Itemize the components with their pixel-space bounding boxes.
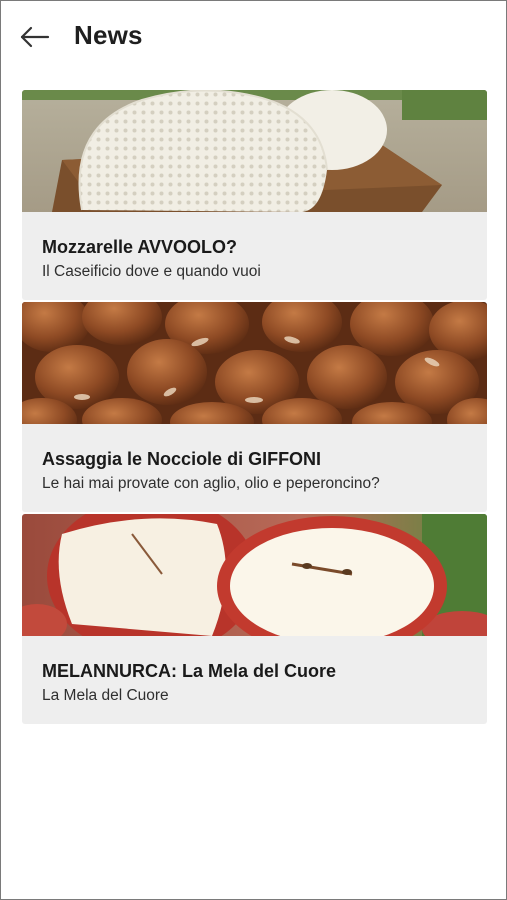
- news-card-hazelnuts[interactable]: Assaggia le Nocciole di GIFFONI Le hai m…: [22, 302, 487, 512]
- card-body: MELANNURCA: La Mela del Cuore La Mela de…: [22, 636, 487, 724]
- hazelnuts-photo: [22, 302, 487, 424]
- arrow-left-icon: [20, 26, 50, 48]
- card-title: Mozzarelle AVVOOLO?: [42, 237, 238, 257]
- back-button[interactable]: [15, 19, 55, 55]
- app-bar: News: [1, 1, 506, 75]
- screen: News Mozzarelle AVVOOLO? Il Caseificio d…: [0, 0, 507, 900]
- card-subtitle: La Mela del Cuore: [42, 687, 169, 704]
- card-title: Assaggia le Nocciole di GIFFONI: [42, 449, 322, 469]
- mozzarella-photo: [22, 90, 487, 212]
- card-title: MELANNURCA: La Mela del Cuore: [42, 661, 337, 681]
- news-card-mozzarella[interactable]: Mozzarelle AVVOOLO? Il Caseificio dove e…: [22, 90, 487, 300]
- page-title: News: [74, 20, 143, 50]
- news-list: Mozzarelle AVVOOLO? Il Caseificio dove e…: [22, 90, 487, 726]
- card-body: Assaggia le Nocciole di GIFFONI Le hai m…: [22, 424, 487, 512]
- apple-photo: [22, 514, 487, 636]
- card-body: Mozzarelle AVVOOLO? Il Caseificio dove e…: [22, 212, 487, 300]
- card-subtitle: Il Caseificio dove e quando vuoi: [42, 263, 261, 280]
- news-card-apple[interactable]: MELANNURCA: La Mela del Cuore La Mela de…: [22, 514, 487, 724]
- card-subtitle: Le hai mai provate con aglio, olio e pep…: [42, 475, 380, 492]
